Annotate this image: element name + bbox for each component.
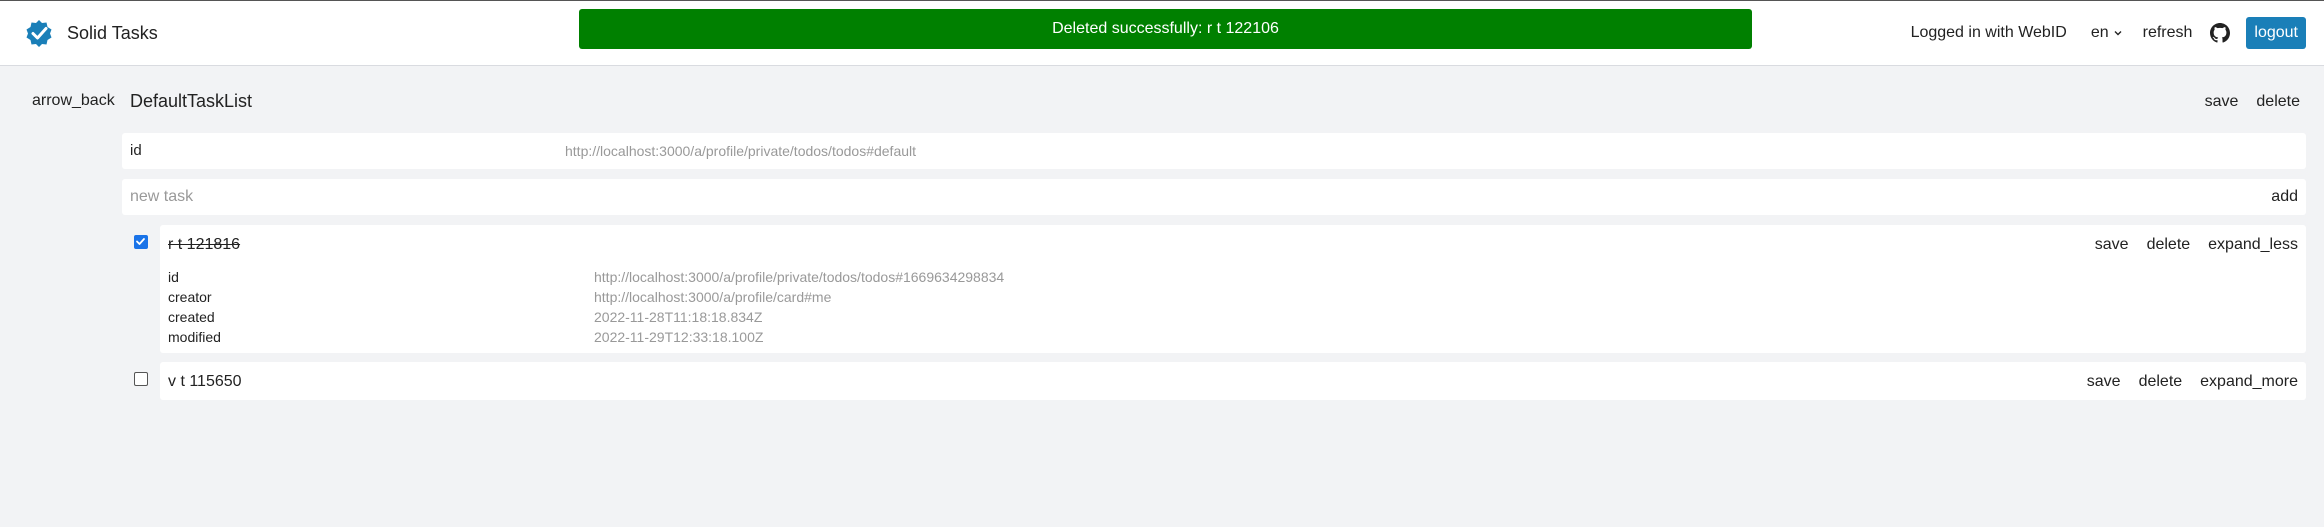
list-id-row: id http://localhost:3000/a/profile/priva…	[122, 133, 2306, 169]
detail-value: 2022-11-28T11:18:18.834Z	[594, 309, 763, 325]
detail-key: creator	[168, 289, 212, 305]
task-delete-button[interactable]: delete	[2139, 373, 2183, 391]
detail-value: 2022-11-29T12:33:18.100Z	[594, 329, 764, 345]
app-header: Solid Tasks Deleted successfully: r t 12…	[0, 1, 2324, 66]
language-selector[interactable]: en	[2091, 24, 2123, 42]
task-save-button[interactable]: save	[2087, 373, 2121, 391]
check-icon	[136, 238, 145, 245]
task-actions: save delete expand_less	[2095, 236, 2298, 254]
logout-button[interactable]: logout	[2246, 17, 2306, 49]
task-checkbox-2[interactable]	[134, 372, 148, 386]
task-list-title: DefaultTaskList	[130, 91, 253, 111]
task-title[interactable]: r t 121816	[168, 236, 240, 254]
detail-key: id	[168, 269, 179, 285]
task-actions: save delete expand_more	[2087, 373, 2298, 391]
task-checkbox-1[interactable]	[134, 235, 148, 249]
header-actions: Logged in with WebID en refresh logout	[1911, 17, 2306, 49]
detail-key: modified	[168, 329, 221, 345]
detail-key: created	[168, 309, 215, 325]
list-save-button[interactable]: save	[2205, 93, 2239, 111]
chevron-down-icon	[2114, 31, 2122, 36]
login-status: Logged in with WebID	[1910, 24, 2067, 41]
brand[interactable]: Solid Tasks	[25, 19, 158, 47]
refresh-button[interactable]: refresh	[2143, 24, 2193, 42]
back-button[interactable]: arrow_back	[32, 92, 115, 110]
task-title[interactable]: v t 115650	[168, 373, 242, 391]
task-save-button[interactable]: save	[2095, 236, 2129, 254]
expand-button[interactable]: expand_more	[2200, 373, 2298, 391]
list-id-value: http://localhost:3000/a/profile/private/…	[565, 143, 917, 159]
list-delete-button[interactable]: delete	[2256, 93, 2300, 111]
task-delete-button[interactable]: delete	[2147, 236, 2191, 254]
detail-value: http://localhost:3000/a/profile/card#me	[594, 289, 832, 305]
new-task-input[interactable]	[130, 184, 2030, 210]
task-item: v t 115650 save delete expand_more	[160, 362, 2306, 400]
list-id-label: id	[130, 142, 142, 159]
task-item: r t 121816 save delete expand_less id ht…	[160, 225, 2306, 353]
github-icon[interactable]	[2210, 23, 2231, 43]
app-title: Solid Tasks	[67, 22, 158, 43]
detail-value: http://localhost:3000/a/profile/private/…	[594, 269, 1005, 285]
success-toast: Deleted successfully: r t 122106	[579, 9, 1752, 49]
check-badge-icon	[26, 20, 52, 47]
language-label: en	[2090, 24, 2109, 41]
add-task-button[interactable]: add	[2271, 188, 2298, 206]
new-task-row: add	[122, 179, 2306, 215]
list-actions: save delete	[2205, 93, 2300, 111]
collapse-button[interactable]: expand_less	[2208, 236, 2298, 254]
